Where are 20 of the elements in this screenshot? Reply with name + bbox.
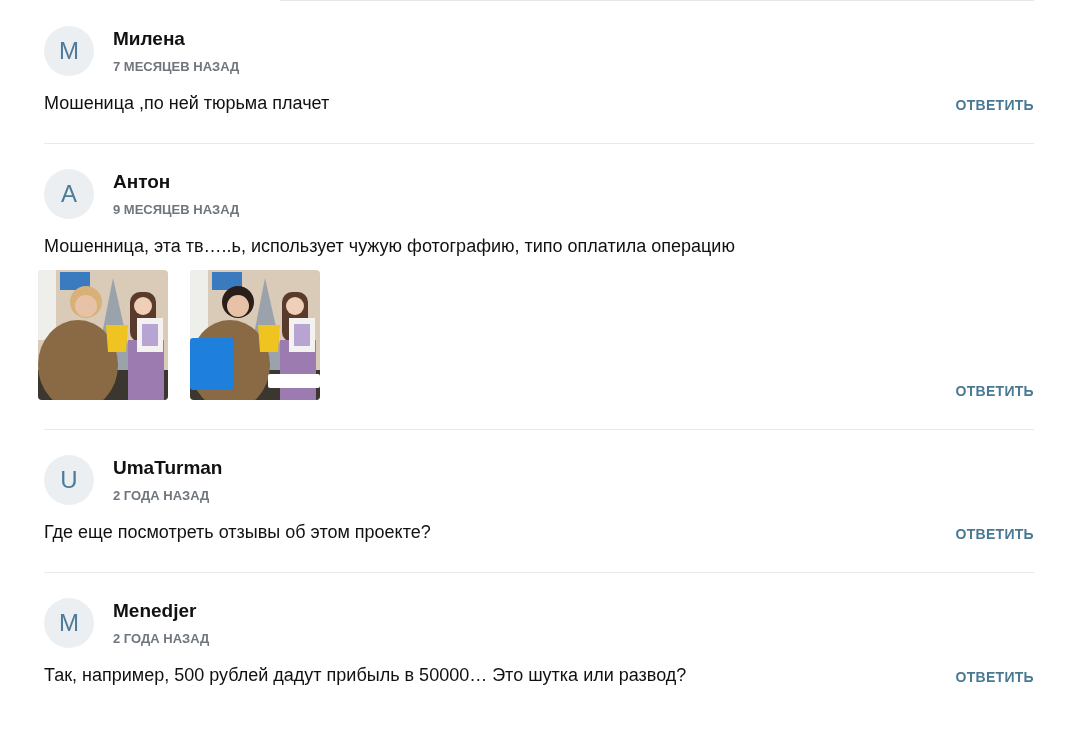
avatar: U [44,455,94,505]
comment-time: 7 МЕСЯЦЕВ НАЗАД [113,59,240,74]
reply-button[interactable]: ОТВЕТИТЬ [955,669,1034,685]
avatar: А [44,169,94,219]
comment-text: Так, например, 500 рублей дадут прибыль в 50000… Это шутка или развод? [44,665,687,686]
reply-button[interactable]: ОТВЕТИТЬ [955,526,1034,542]
reply-button[interactable]: ОТВЕТИТЬ [955,383,1034,399]
avatar: M [44,598,94,648]
reply-button[interactable]: ОТВЕТИТЬ [955,97,1034,113]
comment-time: 2 ГОДА НАЗАД [113,488,211,503]
author-name: Menedjer [113,600,198,622]
comment-time: 9 МЕСЯЦЕВ НАЗАД [113,202,240,217]
comment-text: Где еще посмотреть отзывы об этом проекте? [44,522,431,543]
comment-time: 2 ГОДА НАЗАД [113,631,210,646]
author-name: Милена [113,28,186,50]
comment-text: Мошенница, эта тв…..ь, использует чужую фотографию, типо оплатила операцию [44,236,735,257]
comment-text: Мошеница ,по ней тюрьма плачет [44,93,330,114]
author-name: UmaTurman [113,457,223,479]
avatar: M [44,26,94,76]
author-name: Антон [113,171,172,193]
